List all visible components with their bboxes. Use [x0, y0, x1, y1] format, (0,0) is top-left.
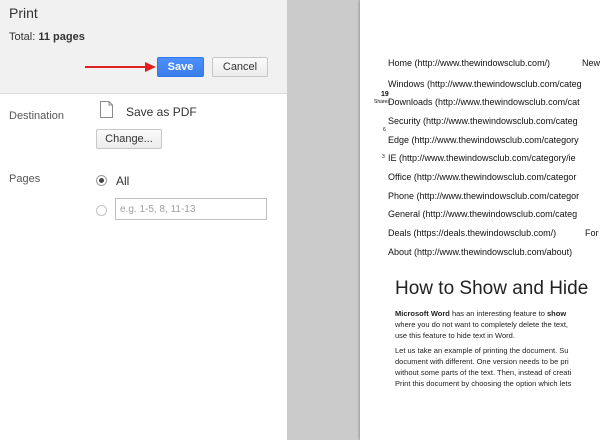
cancel-button[interactable]: Cancel	[212, 57, 268, 77]
total-pages: Total: 11 pages	[9, 31, 85, 43]
preview-menu-item: IE (http://www.thewindowsclub.com/catego…	[388, 153, 576, 163]
preview-menu-item: Home (http://www.thewindowsclub.com/)	[388, 58, 551, 68]
pages-label: Pages	[9, 173, 41, 185]
preview-menu-item: Downloads (http://www.thewindowsclub.com…	[388, 97, 580, 107]
change-destination-button[interactable]: Change...	[96, 129, 162, 149]
article-paragraph-line: document with different. One version nee…	[395, 357, 569, 366]
article-paragraph-line: Print this document by choosing the opti…	[395, 379, 572, 388]
document-icon	[100, 101, 113, 118]
preview-page[interactable]: Home (http://www.thewindowsclub.com/) Ne…	[360, 0, 600, 440]
preview-menu-right: New	[582, 58, 600, 68]
share-mini-count: 6	[383, 127, 386, 133]
pages-custom-radio[interactable]	[96, 205, 107, 216]
destination-value: Save as PDF	[126, 105, 197, 119]
preview-menu-item: Windows (http://www.thewindowsclub.com/c…	[388, 79, 582, 89]
article-paragraph-line: use this feature to hide text in Word.	[395, 331, 515, 340]
article-paragraph-line: without some parts of the text. Then, in…	[395, 368, 572, 377]
preview-menu-right: For	[585, 228, 599, 238]
article-paragraph-line: Let us take an example of printing the d…	[395, 346, 569, 355]
total-label: Total:	[9, 31, 36, 43]
preview-menu-item: About (http://www.thewindowsclub.com/abo…	[388, 247, 573, 257]
pages-all-label[interactable]: All	[116, 174, 129, 188]
destination-label: Destination	[9, 110, 65, 122]
total-value: 11 pages	[38, 31, 85, 43]
preview-menu-item: Deals (https://deals.thewindowsclub.com/…	[388, 228, 557, 238]
preview-menu-item: Office (http://www.thewindowsclub.com/ca…	[388, 172, 577, 182]
article-bold-text: Microsoft Word	[395, 309, 450, 318]
article-title: How to Show and Hide	[395, 278, 589, 299]
page-range-input[interactable]	[115, 198, 267, 220]
article-paragraph-line: where you do not want to completely dele…	[395, 320, 569, 329]
save-button[interactable]: Save	[157, 57, 204, 77]
share-mini-count: 3	[382, 154, 385, 160]
article-paragraph-line: Microsoft Word has an interesting featur…	[395, 309, 566, 320]
print-header: Print Total: 11 pages Save Cancel	[0, 0, 287, 94]
preview-menu-item: Security (http://www.thewindowsclub.com/…	[388, 116, 578, 126]
print-settings-panel: Print Total: 11 pages Save Cancel Destin…	[0, 0, 287, 440]
preview-background	[287, 0, 360, 440]
preview-menu-item: General (http://www.thewindowsclub.com/c…	[388, 209, 578, 219]
red-arrow-annotation	[85, 62, 156, 72]
article-bold-text: show	[547, 309, 567, 318]
article-text: has an interesting feature to	[449, 309, 548, 318]
dialog-title: Print	[9, 5, 38, 21]
preview-menu-item: Edge (http://www.thewindowsclub.com/cate…	[388, 135, 579, 145]
preview-menu-item: Phone (http://www.thewindowsclub.com/cat…	[388, 191, 580, 201]
pages-all-radio[interactable]	[96, 175, 107, 186]
